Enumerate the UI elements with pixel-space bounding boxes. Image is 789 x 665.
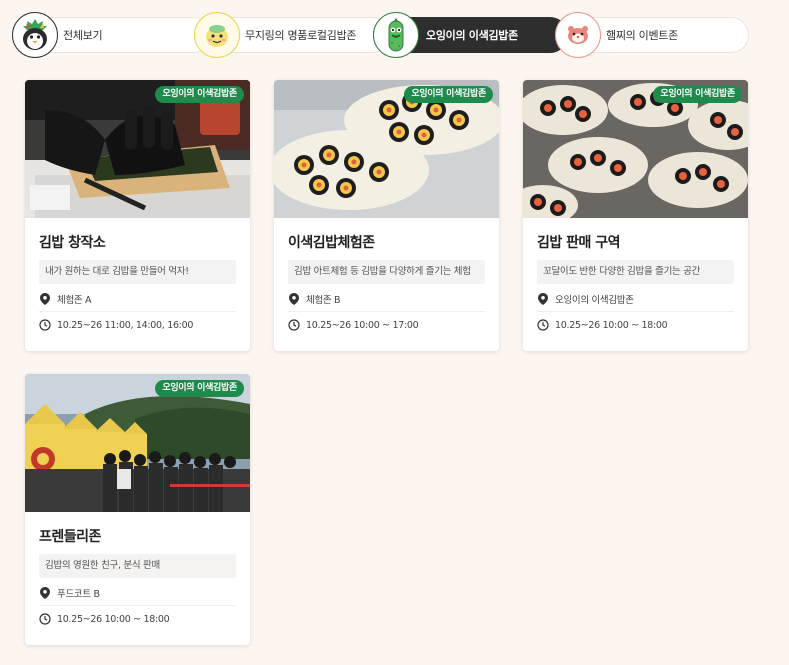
card-time: 10.25~26 10:00 ~ 18:00: [555, 319, 668, 331]
location-row: 푸드코트 B: [39, 580, 236, 606]
card-description: 김밥 아트체험 등 김밥을 다양하게 즐기는 체험: [288, 260, 485, 284]
clock-icon: [288, 319, 300, 331]
location-row: 체험존 A: [39, 286, 236, 312]
card-location: 체험존 A: [57, 294, 92, 306]
card-location: 푸드코트 B: [57, 588, 100, 600]
clock-icon: [537, 319, 549, 331]
location-row: 체험존 B: [288, 286, 485, 312]
location-pin-icon: [39, 586, 51, 599]
card-title: 김밥 창작소: [39, 235, 106, 251]
tab-label: 오잉이의 이색김밥존: [426, 29, 518, 42]
time-row: 10.25~26 10:00 ~ 18:00: [39, 606, 236, 632]
card-location: 체험존 B: [306, 294, 341, 306]
penguin-mascot-icon[interactable]: [12, 12, 58, 58]
clock-icon: [39, 613, 51, 625]
location-pin-icon: [537, 292, 549, 305]
tab-label: 무지링의 명품로컬김밥존: [245, 29, 357, 42]
tab-label: 햄찌의 이벤트존: [606, 29, 678, 42]
event-card[interactable]: 오잉이의 이색김밥존 김밥 판매 구역 꼬달이도 반한 다양한 김밥을 즐기는 …: [523, 80, 748, 351]
kimbap-plates-display-photo: 오잉이의 이색김밥존: [523, 80, 748, 218]
clock-icon: [39, 319, 51, 331]
zone-badge: 오잉이의 이색김밥존: [404, 86, 493, 103]
time-row: 10.25~26 10:00 ~ 17:00: [288, 312, 485, 338]
zone-badge: 오잉이의 이색김밥존: [155, 380, 244, 397]
card-title: 이색김밥체험존: [288, 235, 375, 251]
gloved-hands-rolling-kimbap-photo: 오잉이의 이색김밥존: [25, 80, 250, 218]
zone-badge: 오잉이의 이색김밥존: [155, 86, 244, 103]
festival-crowd-yellow-tents-photo: 오잉이의 이색김밥존: [25, 374, 250, 512]
event-card[interactable]: 오잉이의 이색김밥존 이색김밥체험존 김밥 아트체험 등 김밥을 다양하게 즐기…: [274, 80, 499, 351]
time-row: 10.25~26 10:00 ~ 18:00: [537, 312, 734, 338]
location-row: 오잉이의 이색김밥존: [537, 286, 734, 312]
card-time: 10.25~26 10:00 ~ 18:00: [57, 613, 170, 625]
zone-badge: 오잉이의 이색김밥존: [653, 86, 742, 103]
time-row: 10.25~26 11:00, 14:00, 16:00: [39, 312, 236, 338]
category-tabs: 전체보기 무지링의 명품로컬김밥존 오잉이의 이색김밥존 햄찌의 이벤트존: [12, 12, 752, 58]
mujiring-mascot-icon[interactable]: [194, 12, 240, 58]
card-description: 꼬달이도 반한 다양한 김밥을 즐기는 공간: [537, 260, 734, 284]
location-pin-icon: [288, 292, 300, 305]
card-title: 김밥 판매 구역: [537, 235, 621, 251]
card-description: 김밥의 영원한 친구, 분식 판매: [39, 554, 236, 578]
card-description: 내가 원하는 대로 김밥을 만들어 먹자!: [39, 260, 236, 284]
card-time: 10.25~26 11:00, 14:00, 16:00: [57, 319, 194, 331]
event-card[interactable]: 오잉이의 이색김밥존 프렌들리존 김밥의 영원한 친구, 분식 판매 푸드코트 …: [25, 374, 250, 645]
hamzzi-hamster-mascot-icon[interactable]: [555, 12, 601, 58]
oing-cucumber-mascot-icon[interactable]: [373, 12, 419, 58]
tab-label: 전체보기: [63, 29, 103, 42]
location-pin-icon: [39, 292, 51, 305]
card-title: 프렌들리존: [39, 529, 101, 545]
event-card[interactable]: 오잉이의 이색김밥존 김밥 창작소 내가 원하는 대로 김밥을 만들어 먹자! …: [25, 80, 250, 351]
card-time: 10.25~26 10:00 ~ 17:00: [306, 319, 419, 331]
card-location: 오잉이의 이색김밥존: [555, 294, 634, 306]
kimbap-slices-on-plates-photo: 오잉이의 이색김밥존: [274, 80, 499, 218]
